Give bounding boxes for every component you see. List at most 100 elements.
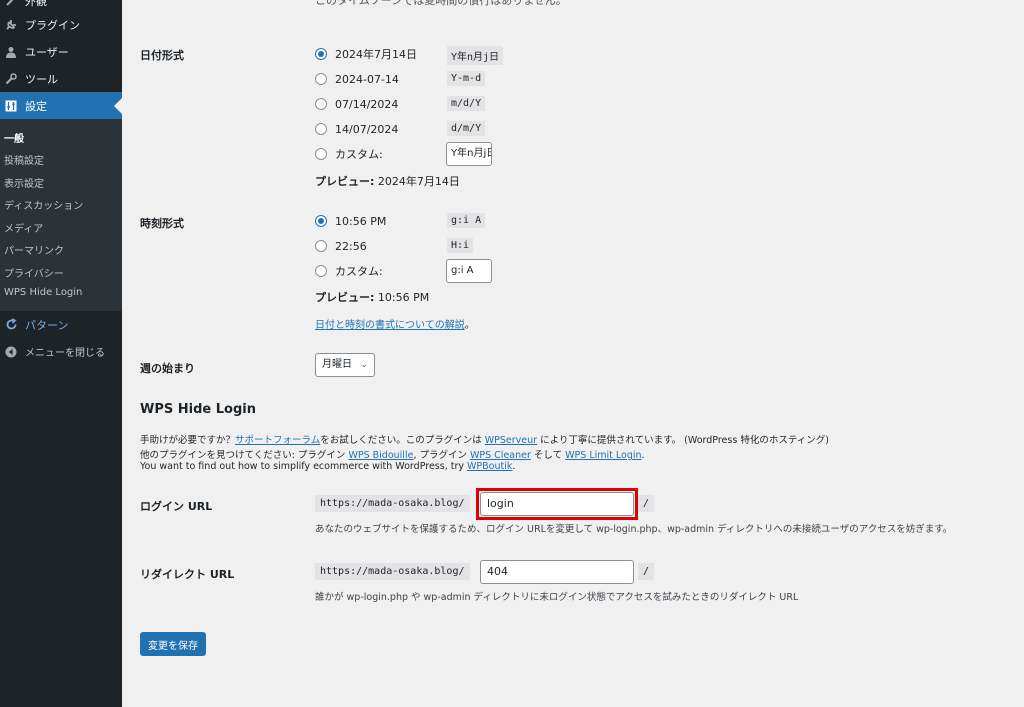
wpserveur-link[interactable]: WPServeur <box>485 435 537 446</box>
date-option-custom[interactable]: カスタム: <box>315 145 383 163</box>
submenu-privacy[interactable]: プライバシー <box>4 265 64 280</box>
custom-time-format-input[interactable]: g:i A <box>446 259 492 283</box>
section-title: WPS Hide Login <box>140 402 256 417</box>
chevron-down-icon: ⌄ <box>360 360 368 370</box>
radio-label: 10:56 PM <box>335 214 387 228</box>
select-value: 月曜日 <box>322 359 352 370</box>
support-forum-link[interactable]: サポートフォーラム <box>235 435 320 446</box>
submenu-discussion[interactable]: ディスカッション <box>4 197 83 212</box>
date-option-4[interactable]: 14/07/2024 <box>315 120 398 138</box>
plugin-icon <box>4 18 18 32</box>
help-line-1: 手助けが必要ですか？サポートフォーラムをお試しください。このプラグインは WPS… <box>140 432 829 446</box>
admin-sidebar: 外観 プラグイン ユーザー ツール 設定 一般 投稿設定 表示設定 ディスカッシ… <box>0 0 122 707</box>
help-text: そして <box>530 450 566 461</box>
submenu-general[interactable]: 一般 <box>4 130 24 145</box>
date-time-doc-link[interactable]: 日付と時刻の書式についての解説 <box>315 320 465 331</box>
redirect-url-description: 誰かが wp-login.php や wp-admin ディレクトリに未ログイン… <box>315 592 799 603</box>
menu-item-settings[interactable]: 設定 <box>0 92 122 119</box>
highlight-box <box>476 488 638 520</box>
radio-label: 22:56 <box>335 239 367 253</box>
preview-label: プレビュー: <box>315 175 375 188</box>
week-start-select[interactable]: 月曜日 ⌄ <box>315 353 375 377</box>
format-code: H:i <box>447 238 474 253</box>
preview-value: 10:56 PM <box>377 291 430 304</box>
help-text: により丁寧に提供されています。 (WordPress 特化のホスティング) <box>537 435 829 446</box>
format-code: m/d/Y <box>447 96 486 111</box>
help-line-2: 他のプラグインを見つけてください: プラグイン WPS Bidouille, プ… <box>140 450 645 461</box>
time-format-label: 時刻形式 <box>140 217 184 230</box>
time-preview: プレビュー: 10:56 PM <box>315 289 429 305</box>
radio-label: 2024年7月14日 <box>335 48 417 61</box>
menu-item-label: ユーザー <box>25 45 69 59</box>
login-url-description: あなたのウェブサイトを保護するため、ログイン URLを変更して wp-login… <box>315 524 953 535</box>
settings-submenu: 一般 投稿設定 表示設定 ディスカッション メディア パーマリンク プライバシー… <box>0 119 122 311</box>
preview-label: プレビュー: <box>315 291 375 304</box>
radio-label: 14/07/2024 <box>335 122 399 136</box>
help-line-3: You want to find out how to simplify eco… <box>140 461 516 472</box>
radio-button[interactable] <box>315 215 327 227</box>
menu-item-label: 外観 <box>25 0 47 8</box>
user-icon <box>4 45 18 59</box>
menu-item-users[interactable]: ユーザー <box>0 38 122 65</box>
radio-label: カスタム: <box>335 148 383 161</box>
submenu-permalinks[interactable]: パーマリンク <box>4 242 64 257</box>
radio-label: 2024-07-14 <box>335 72 399 86</box>
menu-item-label: メニューを閉じる <box>25 348 105 359</box>
save-changes-button[interactable]: 変更を保存 <box>140 632 206 656</box>
menu-item-label: プラグイン <box>25 18 80 32</box>
login-url-label: ログイン URL <box>140 500 213 513</box>
help-text: 手助けが必要ですか？ <box>140 435 236 446</box>
date-option-2[interactable]: 2024-07-14 <box>315 70 399 88</box>
collapse-menu-button[interactable]: メニューを閉じる <box>0 338 122 365</box>
format-code: g:i A <box>447 213 486 228</box>
menu-item-tools[interactable]: ツール <box>0 65 122 92</box>
settings-main: このタイムゾーンでは夏時間の慣行はありません。 日付形式 2024年7月14日 … <box>122 0 1024 707</box>
date-preview: プレビュー: 2024年7月14日 <box>315 173 460 189</box>
radio-button[interactable] <box>315 123 327 135</box>
radio-label: カスタム: <box>335 265 383 278</box>
radio-button[interactable] <box>315 265 327 277</box>
wrench-icon <box>4 72 18 86</box>
submenu-writing[interactable]: 投稿設定 <box>4 152 44 167</box>
format-code: Y年n月j日 <box>447 46 504 65</box>
date-time-doc: 日付と時刻の書式についての解説。 <box>315 320 475 331</box>
redirect-url-suffix: / <box>638 563 655 580</box>
format-code: d/m/Y <box>447 121 486 136</box>
submenu-wps-hide-login[interactable]: WPS Hide Login <box>4 287 82 298</box>
submenu-media[interactable]: メディア <box>4 220 43 235</box>
menu-item-label: 設定 <box>25 99 47 113</box>
help-text: 他のプラグインを見つけてください: プラグイン <box>140 450 349 461</box>
menu-item-plugins[interactable]: プラグイン <box>0 11 122 38</box>
custom-date-format-input[interactable]: Y年n月j日 <box>446 142 492 166</box>
redirect-url-label: リダイレクト URL <box>140 568 235 581</box>
menu-item-label: パターン <box>25 318 69 332</box>
wpboutik-link[interactable]: WPBoutik <box>467 461 512 472</box>
login-url-prefix: https://mada-osaka.blog/ <box>315 495 470 512</box>
date-option-3[interactable]: 07/14/2024 <box>315 95 398 113</box>
redirect-url-input[interactable]: 404 <box>480 560 634 584</box>
help-text: をお試しください。このプラグインは <box>320 435 485 446</box>
time-option-custom[interactable]: カスタム: <box>315 262 383 280</box>
format-code: Y-m-d <box>447 71 486 86</box>
collapse-icon <box>4 345 18 359</box>
date-format-label: 日付形式 <box>140 49 184 62</box>
time-option-2[interactable]: 22:56 <box>315 237 367 255</box>
help-text: You want to find out how to simplify eco… <box>140 461 468 472</box>
wps-cleaner-link[interactable]: WPS Cleaner <box>470 450 531 461</box>
submenu-reading[interactable]: 表示設定 <box>4 175 44 190</box>
radio-label: 07/14/2024 <box>335 97 399 111</box>
preview-value: 2024年7月14日 <box>377 175 460 188</box>
date-option-1[interactable]: 2024年7月14日 <box>315 45 417 63</box>
radio-button[interactable] <box>315 48 327 60</box>
radio-button[interactable] <box>315 148 327 160</box>
radio-button[interactable] <box>315 240 327 252</box>
login-url-suffix: / <box>638 495 655 512</box>
time-option-1[interactable]: 10:56 PM <box>315 212 386 230</box>
wps-bidouille-link[interactable]: WPS Bidouille <box>348 450 413 461</box>
menu-item-label: ツール <box>25 72 58 86</box>
menu-item-patterns[interactable]: パターン <box>0 311 122 338</box>
wps-limit-login-link[interactable]: WPS Limit Login <box>565 450 641 461</box>
radio-button[interactable] <box>315 98 327 110</box>
refresh-icon <box>4 318 18 332</box>
radio-button[interactable] <box>315 73 327 85</box>
